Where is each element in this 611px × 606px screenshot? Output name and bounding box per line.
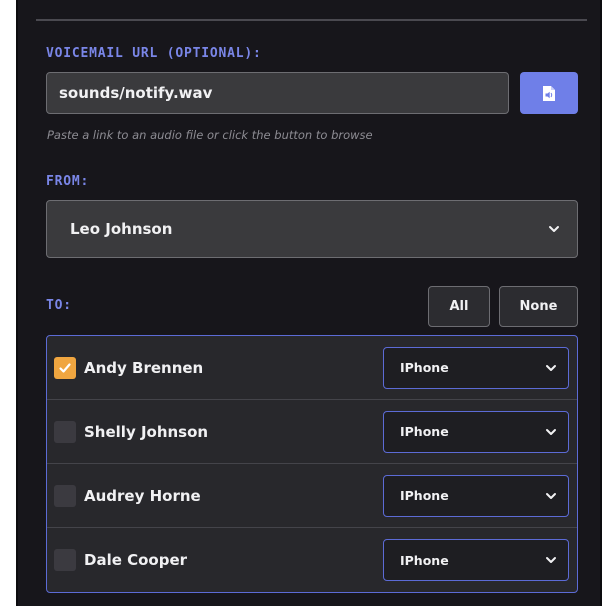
- device-value: IPhone: [400, 552, 449, 568]
- voicemail-hint: Paste a link to an audio file or click t…: [47, 128, 373, 142]
- device-select[interactable]: IPhone: [383, 539, 569, 581]
- check-icon: [59, 362, 71, 373]
- audio-file-icon: [543, 85, 555, 101]
- from-label: FROM:: [46, 174, 90, 189]
- device-value: IPhone: [400, 424, 449, 439]
- recipient-checkbox[interactable]: [54, 484, 76, 507]
- voicemail-url-input[interactable]: [46, 72, 509, 114]
- from-select[interactable]: Leo Johnson: [46, 200, 578, 258]
- voicemail-panel: VOICEMAIL URL (OPTIONAL): Paste a link t…: [16, 0, 602, 606]
- top-divider: [36, 19, 587, 21]
- recipient-row: Dale Cooper IPhone: [47, 528, 577, 592]
- select-all-button[interactable]: All: [428, 286, 490, 327]
- recipient-checkbox[interactable]: [54, 420, 76, 443]
- chevron-down-icon: [549, 226, 559, 232]
- device-select[interactable]: IPhone: [383, 474, 569, 517]
- recipient-checkbox[interactable]: [54, 356, 76, 379]
- recipient-name: Dale Cooper: [84, 551, 188, 569]
- to-label: TO:: [46, 298, 72, 313]
- recipient-name: Shelly Johnson: [84, 422, 209, 441]
- device-select[interactable]: IPhone: [383, 346, 569, 389]
- recipient-list: Andy Brennen IPhone Shelly Johnson IPhon…: [46, 335, 578, 593]
- chevron-down-icon: [546, 364, 556, 371]
- recipient-name: Andy Brennen: [84, 358, 204, 377]
- recipient-row: Audrey Horne IPhone: [47, 464, 577, 528]
- chevron-down-icon: [546, 428, 556, 435]
- device-value: IPhone: [400, 488, 449, 503]
- browse-audio-button[interactable]: [520, 72, 578, 114]
- select-none-button[interactable]: None: [499, 286, 578, 327]
- voicemail-url-label: VOICEMAIL URL (OPTIONAL):: [46, 46, 262, 61]
- chevron-down-icon: [546, 557, 556, 563]
- recipient-row: Andy Brennen IPhone: [47, 336, 577, 400]
- recipient-name: Audrey Horne: [84, 486, 201, 505]
- from-selected-value: Leo Johnson: [70, 220, 173, 238]
- chevron-down-icon: [546, 492, 556, 499]
- device-value: IPhone: [400, 360, 449, 375]
- device-select[interactable]: IPhone: [383, 410, 569, 453]
- recipient-row: Shelly Johnson IPhone: [47, 400, 577, 464]
- recipient-checkbox[interactable]: [54, 549, 76, 571]
